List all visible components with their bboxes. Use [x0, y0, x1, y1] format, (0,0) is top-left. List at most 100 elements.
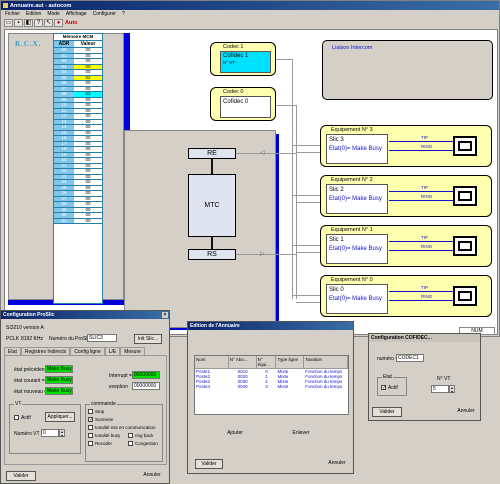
menu-item-2[interactable]: Mode: [47, 11, 60, 17]
slic-panel: Slic 0 Etat(0)= Make Busy: [326, 284, 388, 314]
checkbox-icon[interactable]: [128, 433, 133, 439]
menu-item-0[interactable]: Fichier: [5, 11, 20, 17]
open-icon[interactable]: ▭: [4, 19, 13, 27]
cur-state: Make Busy: [45, 376, 73, 384]
codec0-inner: Cofidec 0: [220, 96, 271, 118]
proslic-valider-button[interactable]: Valider: [6, 471, 36, 481]
mcm-title: Mémoire MCM: [54, 34, 102, 41]
menu-item-3[interactable]: Affichage: [66, 11, 87, 17]
commande-label: tonalité busy: [95, 433, 121, 438]
commande-label: Congestion: [135, 441, 158, 446]
commande-check[interactable]: Stop: [88, 409, 104, 415]
checkmark-icon[interactable]: ✓: [381, 385, 386, 391]
commande-check[interactable]: ✓ Sonnerie: [88, 417, 113, 423]
slic-etat: Etat(0)= Make Busy: [329, 196, 382, 202]
annuaire-col-header[interactable]: Taxation: [304, 356, 348, 368]
prev-state: Make Busy: [45, 365, 73, 373]
annuaire-cell: 0040: [237, 384, 248, 389]
cofidec-nvt-field[interactable]: 5: [431, 385, 449, 393]
bus-line-1: [292, 59, 293, 299]
phone-icon[interactable]: [453, 236, 477, 256]
annuaire-col-header[interactable]: Type ligne: [276, 356, 305, 368]
codec0-title: Codec 0: [223, 89, 244, 95]
equip-link-a: [292, 195, 320, 196]
proslic-version: SI3210 version A: [6, 325, 44, 331]
menu-item-4[interactable]: Configurer: [93, 11, 116, 17]
rs-box[interactable]: RS: [188, 249, 236, 260]
checkbox-icon[interactable]: [88, 433, 93, 439]
checkbox-icon[interactable]: [88, 425, 93, 431]
equipment-box[interactable]: Equipement N° 1 Slic 1 Etat(0)= Make Bus…: [320, 225, 492, 267]
ring-label: RING: [421, 194, 433, 199]
mtc-box[interactable]: MTC: [188, 174, 236, 237]
commande-check[interactable]: tonalité mis en communication: [88, 425, 156, 431]
enlever-button[interactable]: Enlever: [286, 429, 316, 439]
annuaire-row[interactable]: Poste4 0040 3 Mixte Fonction du temps: [195, 384, 348, 389]
checkbox-icon[interactable]: ✓: [88, 417, 93, 423]
equipment-box[interactable]: Equipement N° 3 Slic 3 Etat(0)= Make Bus…: [320, 125, 492, 167]
auto-label[interactable]: Auto: [65, 20, 78, 26]
codec1-box[interactable]: Codec 1 Cofidec 1 N° VT -: [210, 42, 276, 76]
annuaire-col-header[interactable]: N° Abo...: [229, 356, 257, 368]
codec1-label: Cofidec 1: [223, 53, 249, 59]
tip-label: TIP: [421, 235, 429, 240]
ajouter-button[interactable]: Ajouter: [220, 429, 250, 439]
commande-label: Recoder: [95, 441, 113, 446]
annuaire-annuler-button[interactable]: Annuler: [323, 459, 351, 469]
vt-actif-label: Actif: [21, 415, 31, 421]
liaison-intercom-box[interactable]: Liaison Intercom: [322, 40, 493, 100]
re-box[interactable]: RE: [188, 148, 236, 159]
mcm-rows: 00 00 01 00 02 00 03 00 04 00 05 02 06 00 07 00 08 03 09 00…: [54, 47, 102, 224]
mtc-link-top: [211, 159, 213, 174]
phone-icon[interactable]: [453, 286, 477, 306]
checkbox-icon[interactable]: [88, 409, 93, 415]
checkbox-icon[interactable]: [128, 441, 133, 447]
codec1-title: Codec 1: [223, 44, 244, 50]
phone-icon[interactable]: [453, 186, 477, 206]
cofidec-annuler-button[interactable]: Annuler: [452, 407, 480, 417]
checkbox-icon[interactable]: [14, 415, 19, 421]
tip-line: [389, 291, 453, 292]
arrow-icon[interactable]: ↖: [44, 19, 53, 27]
menu-bar: Fichier Edition Mode Affichage Configurer?: [2, 11, 128, 17]
view-icon[interactable]: ◧: [24, 19, 33, 27]
annuaire-col-header[interactable]: Nom: [195, 356, 229, 368]
help-icon[interactable]: ?: [34, 19, 43, 27]
cofidec-valider-button[interactable]: Valider: [372, 407, 402, 417]
init-slic-button[interactable]: Init Slic...: [134, 334, 162, 344]
numvt-field[interactable]: 0: [41, 429, 59, 437]
annuaire-col-header[interactable]: N° équi...: [257, 356, 277, 368]
commande-check[interactable]: ring back: [128, 433, 153, 439]
proslic-annuler-button[interactable]: Annuler: [137, 471, 167, 481]
save-icon[interactable]: ▪: [14, 19, 23, 27]
codec0-link: [276, 105, 296, 106]
annuaire-list[interactable]: Nom N° Abo... N° équi... Type ligne Taxation…: [194, 355, 349, 415]
menu-item-1[interactable]: Edition: [26, 11, 41, 17]
annuaire-valider-button[interactable]: Valider: [195, 459, 223, 469]
codec0-box[interactable]: Codec 0 Cofidec 0: [210, 87, 276, 121]
auto-icon[interactable]: ●: [54, 19, 63, 27]
proslic-num-field[interactable]: SLIC3: [87, 334, 117, 342]
equipment-title: Equipement N° 0: [331, 277, 373, 283]
cofidec-nvt-spinner-icon[interactable]: ▴ ▾: [449, 385, 455, 393]
commande-check[interactable]: Recoder: [88, 441, 113, 447]
equipment-box[interactable]: Equipement N° 0 Slic 0 Etat(0)= Make Bus…: [320, 275, 492, 317]
vt-actif-check[interactable]: Actif: [14, 415, 31, 421]
menu-item-5[interactable]: ?: [122, 11, 125, 17]
commande-check[interactable]: tonalité busy: [88, 433, 121, 439]
phone-icon[interactable]: [453, 136, 477, 156]
checkbox-icon[interactable]: [88, 441, 93, 447]
commande-check[interactable]: Congestion: [128, 441, 158, 447]
new-state[interactable]: Make Busy: [45, 387, 73, 395]
codec1-inner: Cofidec 1 N° VT -: [220, 51, 271, 73]
slic-etat: Etat(0)= Make Busy: [329, 146, 382, 152]
close-icon[interactable]: ×: [162, 312, 168, 318]
mcm-row[interactable]: 31 00: [54, 218, 102, 224]
cofidec-numero-field[interactable]: CODEC1: [396, 354, 424, 362]
appliquer-button[interactable]: Appliquer...: [45, 412, 75, 422]
equipment-box[interactable]: Equipement N° 2 Slic 2 Etat(0)= Make Bus…: [320, 175, 492, 217]
cofidec-actif-check[interactable]: ✓ Actif: [381, 385, 398, 391]
proslic-num-label: Numéro du ProSlic: [49, 336, 91, 342]
numvt-spinner-icon[interactable]: ▴ ▾: [59, 429, 65, 437]
tip-line: [389, 191, 453, 192]
